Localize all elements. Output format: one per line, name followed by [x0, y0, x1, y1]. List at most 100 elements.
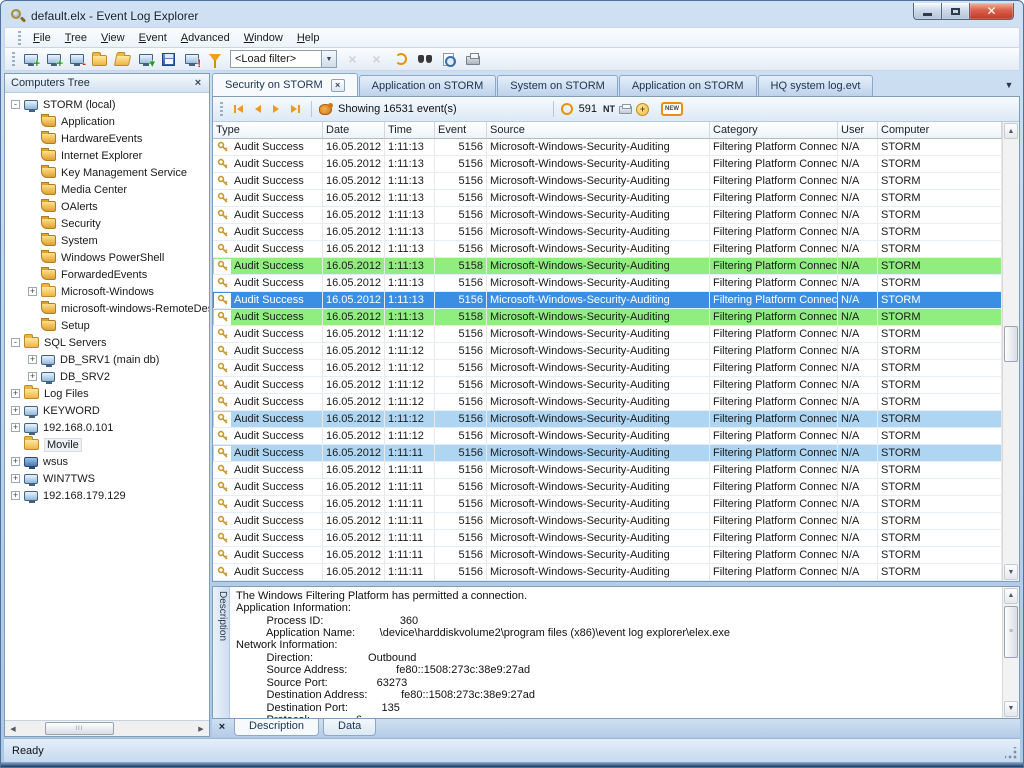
tree-expander-icon[interactable]: + [11, 423, 20, 432]
tab-list-dropdown-icon[interactable]: ▼ [1002, 77, 1016, 93]
table-row[interactable]: Audit Success 16.05.2012 1:11:11 5156 Micros… [213, 530, 1002, 547]
table-row[interactable]: Audit Success 16.05.2012 1:11:13 5156 Micros… [213, 173, 1002, 190]
table-vscroll-thumb[interactable] [1004, 326, 1018, 363]
tree-item-security[interactable]: +Security [5, 215, 209, 232]
tree-item-application[interactable]: +Application [5, 113, 209, 130]
table-row[interactable]: Audit Success 16.05.2012 1:11:12 5156 Micros… [213, 326, 1002, 343]
scroll-right-icon[interactable]: ▶ [193, 721, 209, 736]
table-row[interactable]: Audit Success 16.05.2012 1:11:13 5156 Micros… [213, 275, 1002, 292]
column-header-event[interactable]: Event [435, 122, 487, 138]
filter-funnel-icon[interactable] [205, 50, 224, 68]
load-filter-arrow-icon[interactable]: ▼ [322, 50, 337, 68]
maximize-button[interactable] [942, 3, 969, 20]
open-log-file-icon[interactable] [90, 50, 109, 68]
tree-expander-icon[interactable]: + [11, 406, 20, 415]
tree-item-forwardedevents[interactable]: +ForwardedEvents [5, 266, 209, 283]
tab-close-icon[interactable]: × [330, 78, 345, 92]
tree-panel-close-icon[interactable]: × [191, 76, 205, 90]
tree-item-keyword[interactable]: + KEYWORD [5, 402, 209, 419]
column-header-type[interactable]: Type [213, 122, 323, 138]
close-button[interactable]: ✕ [969, 3, 1014, 20]
bottom-tab-data[interactable]: Data [323, 718, 377, 736]
open-folder-icon[interactable] [113, 50, 132, 68]
table-row[interactable]: Audit Success 16.05.2012 1:11:11 5156 Micros… [213, 564, 1002, 581]
tree-item-system[interactable]: +System [5, 232, 209, 249]
tree-item-windows-powershell[interactable]: +Windows PowerShell [5, 249, 209, 266]
print-icon[interactable] [463, 50, 482, 68]
table-row[interactable]: Audit Success 16.05.2012 1:11:11 5156 Micros… [213, 462, 1002, 479]
tree-item-internet-explorer[interactable]: +Internet Explorer [5, 147, 209, 164]
menu-item-help[interactable]: Help [290, 30, 327, 46]
tree-expander-icon[interactable]: + [28, 287, 37, 296]
column-header-user[interactable]: User [838, 122, 878, 138]
tree-item-setup[interactable]: +Setup [5, 317, 209, 334]
add-log-icon[interactable]: + [44, 50, 63, 70]
tree-horizontal-scrollbar[interactable]: ◀ lll ▶ [5, 720, 209, 736]
table-row[interactable]: Audit Success 16.05.2012 1:11:13 5156 Micros… [213, 190, 1002, 207]
tree-item-media-center[interactable]: +Media Center [5, 181, 209, 198]
description-scrollbar[interactable]: ▲ ≡ ▼ [1002, 586, 1019, 718]
table-row[interactable]: Audit Success 16.05.2012 1:11:11 5156 Micros… [213, 513, 1002, 530]
bottom-tab-description[interactable]: Description [234, 718, 320, 736]
tree-hscroll-thumb[interactable]: lll [45, 722, 114, 735]
tree-expander-icon[interactable]: - [11, 338, 20, 347]
previous-event-button[interactable] [251, 103, 265, 115]
table-row[interactable]: Audit Success 16.05.2012 1:11:12 5156 Micros… [213, 394, 1002, 411]
tab-system-on-storm[interactable]: System on STORM [497, 75, 618, 96]
next-event-button[interactable] [269, 103, 283, 115]
resize-grip[interactable] [1005, 747, 1017, 759]
tree-expander-icon[interactable]: + [11, 491, 20, 500]
tree-item-sql-servers[interactable]: - SQL Servers [5, 334, 209, 351]
menu-item-file[interactable]: File [26, 30, 58, 46]
table-vertical-scrollbar[interactable]: ▲ ▼ [1002, 122, 1019, 581]
tree-item-log-files[interactable]: + Log Files [5, 385, 209, 402]
tree-expander-icon[interactable]: + [11, 457, 20, 466]
load-filter-value[interactable]: <Load filter> [230, 50, 322, 68]
description-text[interactable]: The Windows Filtering Platform has permi… [230, 587, 1002, 718]
clock-plus-icon[interactable]: + [636, 102, 649, 116]
table-row[interactable]: Audit Success 16.05.2012 1:11:12 5156 Micros… [213, 411, 1002, 428]
table-row[interactable]: Audit Success 16.05.2012 1:11:12 5156 Micros… [213, 343, 1002, 360]
tab-hq-system-log-evt[interactable]: HQ system log.evt [757, 75, 874, 96]
tree-item-win7tws[interactable]: + WIN7TWS [5, 470, 209, 487]
tree-item-movile[interactable]: +Movile [5, 436, 209, 453]
tree-item-wsus[interactable]: + wsus [5, 453, 209, 470]
print-preview-icon[interactable] [439, 50, 458, 68]
tree-item-hardwareevents[interactable]: +HardwareEvents [5, 130, 209, 147]
find-icon[interactable] [415, 50, 434, 68]
menu-item-view[interactable]: View [94, 30, 132, 46]
new-events-badge[interactable]: NEW [661, 102, 683, 116]
save-icon[interactable] [159, 50, 178, 68]
tree-item-192-168-179-129[interactable]: +192.168.179.129 [5, 487, 209, 504]
menu-item-event[interactable]: Event [132, 30, 174, 46]
table-row[interactable]: Audit Success 16.05.2012 1:11:13 5156 Micros… [213, 241, 1002, 258]
minimize-button[interactable] [913, 3, 942, 20]
tree-item-storm-local[interactable]: - STORM (local) [5, 96, 209, 113]
table-row[interactable]: Audit Success 16.05.2012 1:11:12 5156 Micros… [213, 428, 1002, 445]
tree-item-192-168-0-101[interactable]: +192.168.0.101 [5, 419, 209, 436]
description-close-icon[interactable]: × [214, 719, 230, 735]
tree-item-microsoft-windows[interactable]: + Microsoft-Windows [5, 283, 209, 300]
tree-expander-icon[interactable]: - [11, 100, 20, 109]
tab-application-on-storm[interactable]: Application on STORM [618, 75, 757, 96]
tree-expander-icon[interactable]: + [28, 372, 37, 381]
add-computer-icon[interactable]: + [21, 50, 40, 70]
table-row[interactable]: Audit Success 16.05.2012 1:11:12 5156 Micros… [213, 377, 1002, 394]
table-row[interactable]: Audit Success 16.05.2012 1:11:13 5158 Micros… [213, 309, 1002, 326]
column-header-computer[interactable]: Computer [878, 122, 1002, 138]
table-row[interactable]: Audit Success 16.05.2012 1:11:11 5156 Micros… [213, 547, 1002, 564]
menu-item-window[interactable]: Window [237, 30, 290, 46]
desc-scroll-up-icon[interactable]: ▲ [1004, 587, 1018, 604]
menu-item-tree[interactable]: Tree [58, 30, 94, 46]
refresh-icon[interactable] [391, 50, 410, 68]
last-event-button[interactable] [287, 103, 304, 115]
tree-item-key-management-service[interactable]: +Key Management Service [5, 164, 209, 181]
desc-scroll-thumb[interactable]: ≡ [1004, 605, 1018, 658]
desc-scroll-down-icon[interactable]: ▼ [1004, 700, 1018, 717]
tree-item-db-srv2[interactable]: + DB_SRV2 [5, 368, 209, 385]
tree-item-db-srv1-main-db[interactable]: + DB_SRV1 (main db) [5, 351, 209, 368]
load-filter-dropdown[interactable]: <Load filter> ▼ [230, 50, 337, 68]
first-event-button[interactable] [230, 103, 247, 115]
column-header-category[interactable]: Category [710, 122, 838, 138]
table-row[interactable]: Audit Success 16.05.2012 1:11:13 5156 Micros… [213, 224, 1002, 241]
